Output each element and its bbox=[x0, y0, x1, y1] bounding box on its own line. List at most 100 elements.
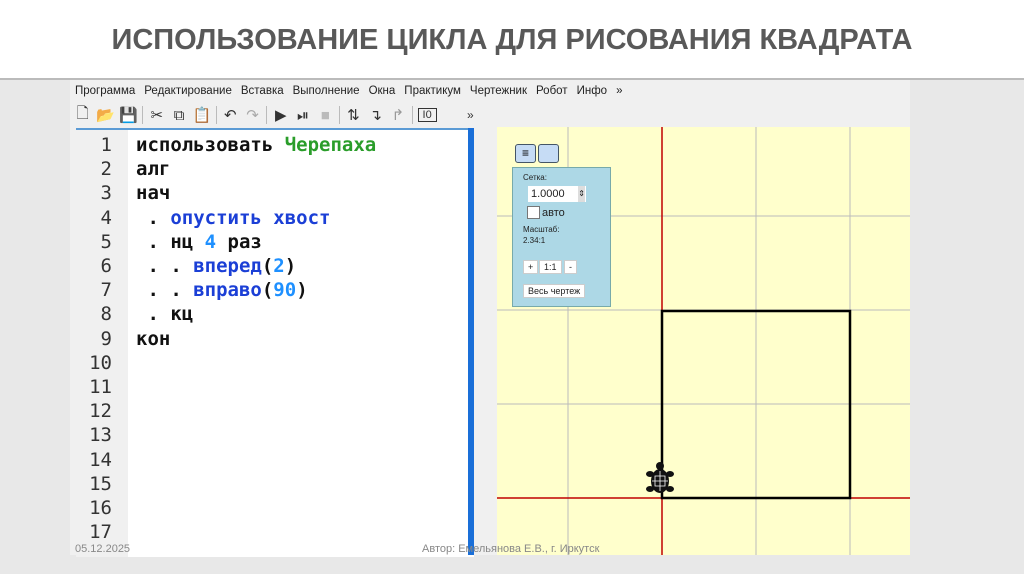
save-icon[interactable]: 💾 bbox=[119, 106, 138, 124]
code-line: алг bbox=[136, 158, 170, 180]
zoom-reset-button[interactable]: 1:1 bbox=[539, 260, 562, 274]
code-token: опустить хвост bbox=[170, 206, 331, 229]
menu-item[interactable]: Чертежник bbox=[470, 85, 527, 97]
code-line: . нц 4 раз bbox=[136, 230, 261, 253]
line-number: 14 bbox=[89, 448, 112, 471]
grid-value: 1.0000 bbox=[531, 188, 565, 200]
code-token: 2 bbox=[273, 255, 285, 277]
line-number: 1 bbox=[100, 134, 112, 156]
editor-scrollbar[interactable] bbox=[468, 128, 474, 555]
toolbar-more-button[interactable]: » bbox=[462, 108, 479, 122]
menu-item[interactable]: Редактирование bbox=[144, 85, 232, 97]
code-line: нач bbox=[136, 182, 170, 204]
line-number: 7 bbox=[100, 279, 112, 302]
grid-label: Сетка: bbox=[523, 173, 547, 182]
code-editor[interactable]: 1 2 3 4 5 6 7 8 9 10 11 12 13 14 15 16 17 использовать Ч… bbox=[76, 128, 474, 557]
code-token: . . bbox=[136, 255, 194, 277]
line-number: 4 bbox=[100, 206, 112, 229]
line-number: 11 bbox=[89, 376, 112, 398]
paste-icon[interactable]: 📋 bbox=[193, 106, 212, 124]
scale-value: 2.34:1 bbox=[523, 236, 546, 245]
footer-date: 05.12.2025 bbox=[75, 543, 131, 555]
menu-item[interactable]: Инфо bbox=[577, 85, 607, 97]
line-number: 16 bbox=[89, 497, 112, 519]
stop-icon[interactable]: ■ bbox=[317, 107, 334, 124]
menu-item[interactable]: Робот bbox=[536, 85, 568, 97]
code-token: ( bbox=[261, 279, 274, 302]
line-number: 15 bbox=[89, 472, 112, 495]
separator bbox=[411, 106, 413, 124]
view-settings-panel: Сетка: 1.0000 ⇕ авто Масштаб: 2.34:1 + 1:… bbox=[512, 167, 611, 307]
redo-icon[interactable]: ↷ bbox=[244, 106, 261, 124]
menu-bar: Программа Редактирование Вставка Выполнение… bbox=[70, 80, 915, 101]
fit-drawing-button[interactable]: Весь чертеж bbox=[523, 284, 586, 298]
code-token: . bbox=[136, 206, 171, 229]
open-folder-icon[interactable]: 📂 bbox=[96, 106, 115, 124]
line-number: 2 bbox=[100, 158, 112, 181]
footer-author: Автор: Емельянова Е.В., г. Иркутск bbox=[422, 543, 600, 555]
line-number: 13 bbox=[89, 424, 112, 447]
zoom-out-button[interactable]: - bbox=[564, 260, 577, 274]
code-token: . нц bbox=[136, 230, 205, 253]
separator bbox=[266, 106, 268, 124]
code-line: . опустить хвост bbox=[136, 207, 330, 229]
step-over-icon[interactable]: ⇅ bbox=[345, 106, 362, 124]
menu-item[interactable]: » bbox=[616, 85, 622, 97]
code-token: Черепаха bbox=[284, 134, 377, 156]
code-token: вправо bbox=[193, 279, 262, 302]
step-out-icon[interactable]: ↱ bbox=[389, 106, 406, 124]
menu-item[interactable]: Вставка bbox=[241, 85, 284, 97]
zoom-in-button[interactable]: + bbox=[523, 260, 539, 274]
line-number: 5 bbox=[100, 230, 112, 253]
slide-header: ИСПОЛЬЗОВАНИЕ ЦИКЛА ДЛЯ РИСОВАНИЯ КВАДРА… bbox=[0, 0, 1024, 80]
code-token: . кц bbox=[136, 303, 194, 326]
code-token: алг bbox=[136, 158, 171, 181]
line-number: 6 bbox=[100, 255, 112, 277]
code-token: ) bbox=[284, 255, 297, 277]
io-panel-icon[interactable]: I0 bbox=[417, 108, 437, 122]
run-icon[interactable]: ▶ bbox=[272, 106, 289, 124]
spin-arrows-icon[interactable]: ⇕ bbox=[578, 186, 585, 202]
line-number: 17 bbox=[89, 521, 112, 544]
code-line: . . вперед(2) bbox=[136, 255, 296, 277]
grid-spinbox[interactable]: 1.0000 ⇕ bbox=[528, 186, 586, 202]
code-line: кон bbox=[136, 328, 170, 350]
run-step-icon[interactable]: ⏯ bbox=[294, 107, 311, 124]
code-token: нач bbox=[136, 182, 171, 205]
code-token: ( bbox=[261, 255, 274, 277]
blank-toggle-button[interactable] bbox=[538, 144, 559, 163]
auto-checkbox[interactable] bbox=[527, 206, 540, 219]
menu-item[interactable]: Окна bbox=[369, 85, 396, 97]
line-number-gutter: 1 2 3 4 5 6 7 8 9 10 11 12 13 14 15 16 17 bbox=[76, 130, 128, 557]
line-number: 12 bbox=[89, 400, 112, 423]
code-token: ) bbox=[296, 279, 308, 302]
code-token: вперед bbox=[193, 255, 262, 277]
separator bbox=[215, 106, 217, 124]
separator bbox=[338, 106, 340, 124]
code-token: использовать bbox=[136, 134, 285, 156]
menu-item[interactable]: Программа bbox=[75, 85, 135, 97]
undo-icon[interactable]: ↶ bbox=[222, 106, 239, 124]
menu-item[interactable]: Практикум bbox=[404, 85, 461, 97]
code-token: . . bbox=[136, 279, 194, 302]
slide-title: ИСПОЛЬЗОВАНИЕ ЦИКЛА ДЛЯ РИСОВАНИЯ КВАДРА… bbox=[111, 24, 913, 56]
cut-icon[interactable]: ✂ bbox=[148, 106, 165, 124]
menu-toggle-button[interactable]: ≡ bbox=[515, 144, 536, 163]
menu-item[interactable]: Выполнение bbox=[293, 85, 360, 97]
line-number: 8 bbox=[100, 303, 112, 326]
code-token: 4 bbox=[204, 230, 217, 253]
code-line: . кц bbox=[136, 303, 193, 325]
new-file-icon[interactable]: 🗋 bbox=[74, 103, 91, 128]
scale-label: Масштаб: bbox=[523, 225, 560, 234]
line-number: 9 bbox=[100, 327, 112, 350]
line-number: 10 bbox=[89, 351, 112, 374]
step-into-icon[interactable]: ↴ bbox=[367, 106, 384, 124]
separator bbox=[142, 106, 144, 124]
code-line: . . вправо(90) bbox=[136, 279, 308, 302]
toolbar: 🗋 📂 💾 ✂ ⧉ 📋 ↶ ↷ ▶ ⏯ ■ ⇅ ↴ ↱ I0 » bbox=[74, 103, 479, 127]
auto-label: авто bbox=[542, 206, 565, 219]
code-token: 90 bbox=[273, 279, 297, 302]
turtle-canvas[interactable]: ≡ Сетка: 1.0000 ⇕ авто Масштаб: 2.34:1 + … bbox=[497, 127, 910, 555]
copy-icon[interactable]: ⧉ bbox=[170, 107, 187, 124]
code-line: использовать Черепаха bbox=[136, 134, 376, 156]
